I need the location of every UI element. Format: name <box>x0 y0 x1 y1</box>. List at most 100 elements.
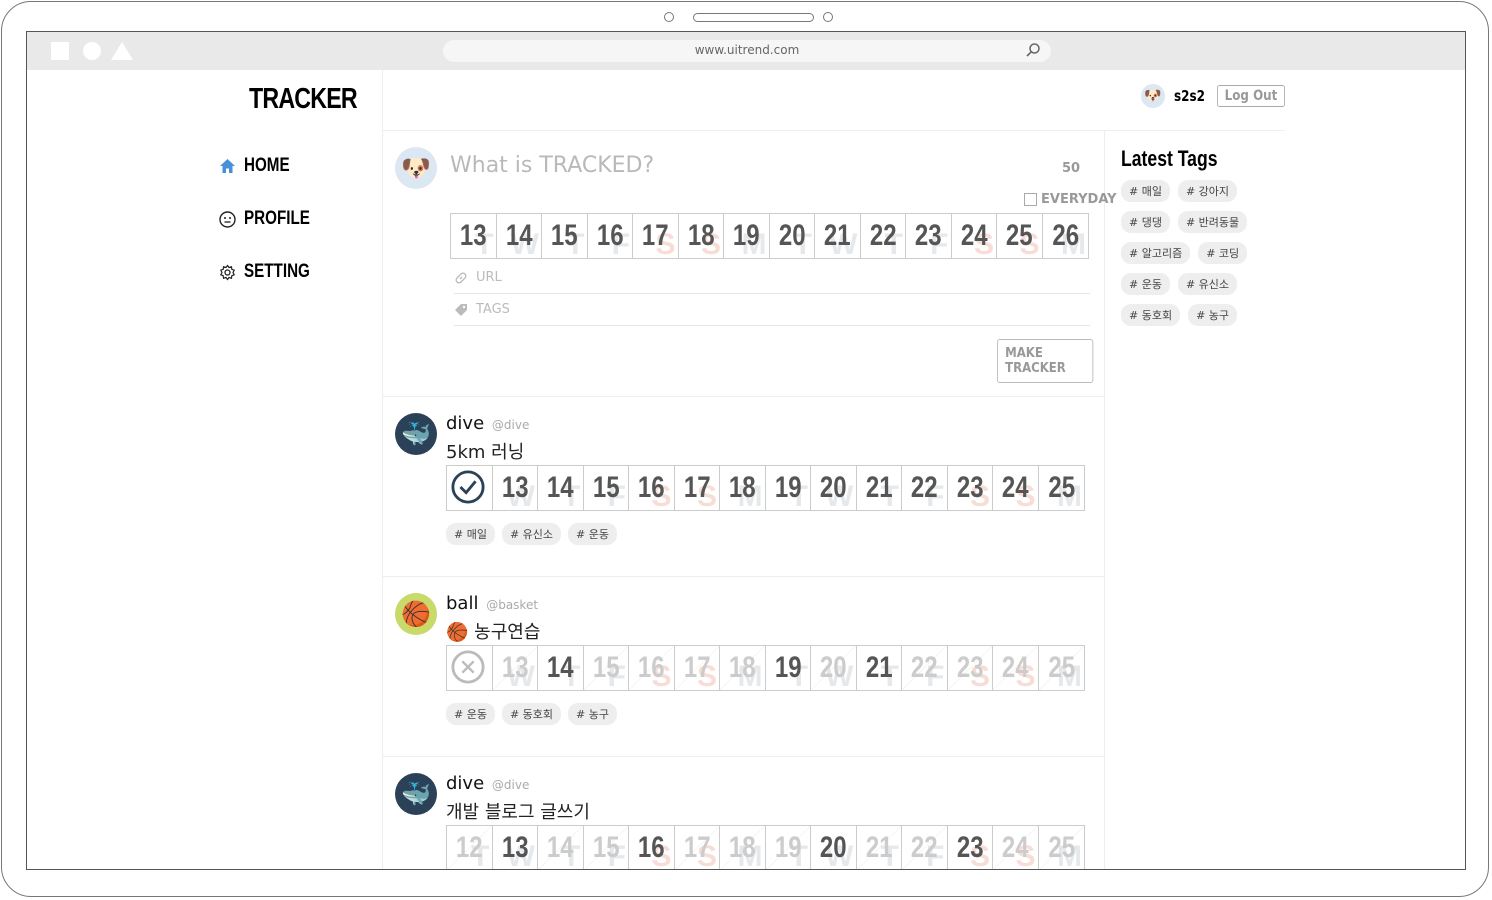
day-cell[interactable]: W 20 <box>811 646 857 690</box>
day-cell[interactable]: S 24 <box>993 646 1039 690</box>
post-author[interactable]: dive @dive <box>446 413 529 434</box>
day-cell[interactable]: W 20 <box>811 826 857 869</box>
day-cell[interactable]: T 12 <box>447 826 493 869</box>
day-cell[interactable]: S 24 <box>952 214 997 258</box>
day-cell[interactable]: S 18 <box>679 214 724 258</box>
day-cell[interactable]: F 22 <box>902 826 948 869</box>
day-cell[interactable] <box>447 466 493 510</box>
checkbox-box[interactable] <box>1024 193 1037 206</box>
day-cell[interactable]: T 21 <box>857 826 902 869</box>
day-cell[interactable]: F 22 <box>902 646 948 690</box>
day-cell[interactable]: S 23 <box>948 826 993 869</box>
missed-slash <box>538 826 583 870</box>
day-cell[interactable]: S 17 <box>675 466 720 510</box>
day-cell[interactable]: T 21 <box>857 466 902 510</box>
day-number: 25 <box>1005 219 1033 252</box>
day-cell[interactable]: M 25 <box>1039 466 1085 510</box>
post-tags: # 매일 # 유신소 # 운동 <box>446 523 618 545</box>
day-cell[interactable]: W 14 <box>497 214 542 258</box>
tag-chip[interactable]: # 유신소 <box>1177 273 1238 295</box>
tag-chip[interactable]: # 코딩 <box>1198 242 1248 264</box>
day-cell[interactable]: M 18 <box>720 466 766 510</box>
day-cell[interactable]: T 14 <box>538 466 584 510</box>
nav-item-setting[interactable]: SETTING <box>219 261 326 283</box>
day-cell[interactable]: F 22 <box>902 466 948 510</box>
user-avatar[interactable]: 🐶 <box>1141 84 1165 108</box>
day-cell[interactable]: S 24 <box>993 826 1039 869</box>
tag-chip[interactable]: # 운동 <box>568 523 618 545</box>
tag-chip[interactable]: # 운동 <box>446 703 495 725</box>
day-cell[interactable]: T 14 <box>538 826 584 870</box>
day-cell[interactable]: T 13 <box>451 214 497 258</box>
tag-chip[interactable]: # 유신소 <box>501 523 562 545</box>
day-cell[interactable]: T 19 <box>766 466 811 510</box>
search-icon[interactable] <box>1025 42 1041 58</box>
user-name[interactable]: s2s2 <box>1174 87 1205 105</box>
day-cell[interactable]: S 23 <box>948 646 993 690</box>
day-cell[interactable]: S 16 <box>629 646 675 690</box>
day-cell[interactable]: S 16 <box>629 466 675 510</box>
url-field[interactable]: URL <box>454 262 1090 294</box>
address-bar[interactable]: www.uitrend.com <box>443 40 1051 62</box>
day-cell[interactable]: W 13 <box>493 646 538 690</box>
day-cell[interactable] <box>447 646 493 690</box>
day-cell[interactable]: T 22 <box>861 214 906 258</box>
make-tracker-button[interactable]: MAKE TRACKER <box>997 339 1094 383</box>
tag-chip[interactable]: # 강아지 <box>1177 180 1238 202</box>
day-cell[interactable]: W 20 <box>811 466 857 510</box>
day-cell[interactable]: M 25 <box>1039 646 1085 690</box>
app-logo[interactable]: TRACKER <box>249 83 358 116</box>
day-cell[interactable]: S 17 <box>675 646 720 690</box>
tag-chip[interactable]: # 농구 <box>1188 304 1238 326</box>
day-cell[interactable]: M 26 <box>1043 214 1089 258</box>
day-cell[interactable]: M 25 <box>1039 826 1085 869</box>
day-cell[interactable]: S 17 <box>675 826 720 869</box>
tag-chip[interactable]: # 운동 <box>1121 273 1170 295</box>
day-cell[interactable]: S 23 <box>948 466 993 510</box>
check-icon[interactable] <box>451 470 485 504</box>
logout-button[interactable]: Log Out <box>1217 85 1285 107</box>
day-number: 15 <box>550 219 578 252</box>
day-cell[interactable]: T 14 <box>538 646 584 690</box>
day-cell[interactable]: S 25 <box>997 214 1043 258</box>
tag-chip[interactable]: # 매일 <box>1121 180 1170 202</box>
post-avatar[interactable]: 🐳 <box>395 413 437 455</box>
nav-item-home[interactable]: HOME <box>219 155 301 177</box>
tag-chip[interactable]: # 댕댕 <box>1121 211 1170 233</box>
day-cell[interactable]: F 16 <box>588 214 633 258</box>
tag-chip[interactable]: # 알고리즘 <box>1121 242 1191 264</box>
day-cell[interactable]: W 21 <box>815 214 861 258</box>
day-cell[interactable]: S 17 <box>633 214 679 258</box>
post-author[interactable]: dive @dive <box>446 773 529 794</box>
day-cell[interactable]: T 21 <box>857 646 902 690</box>
day-cell[interactable]: T 19 <box>766 826 811 869</box>
tag-chip[interactable]: # 반려동물 <box>1177 211 1248 233</box>
tag-chip[interactable]: # 동호회 <box>501 703 562 725</box>
author-handle: @dive <box>491 418 530 432</box>
nav-item-profile[interactable]: PROFILE <box>219 208 326 230</box>
tag-chip[interactable]: # 동호회 <box>1121 304 1181 326</box>
day-cell[interactable]: S 24 <box>993 466 1039 510</box>
day-cell[interactable]: T 15 <box>542 214 588 258</box>
day-cell[interactable]: F 23 <box>906 214 952 258</box>
day-cell[interactable]: M 18 <box>720 826 766 869</box>
everyday-checkbox[interactable]: EVERYDAY <box>1024 192 1117 207</box>
day-cell[interactable]: T 19 <box>766 646 811 690</box>
post-avatar[interactable]: 🐳 <box>395 773 437 815</box>
post-author[interactable]: ball @basket <box>446 593 538 614</box>
post-avatar[interactable]: 🏀 <box>395 593 437 635</box>
tag-chip[interactable]: # 농구 <box>568 703 618 725</box>
day-cell[interactable]: F 15 <box>584 466 629 510</box>
day-cell[interactable]: F 15 <box>584 646 629 690</box>
day-cell[interactable]: M 19 <box>724 214 770 258</box>
day-cell[interactable]: T 20 <box>770 214 815 258</box>
cross-icon[interactable] <box>451 650 485 684</box>
day-cell[interactable]: W 13 <box>493 466 538 510</box>
tag-chip[interactable]: # 매일 <box>446 523 495 545</box>
day-cell[interactable]: M 18 <box>720 646 766 690</box>
tags-field[interactable]: TAGS <box>454 294 1090 326</box>
tracked-input[interactable]: What is TRACKED? <box>450 153 654 178</box>
day-cell[interactable]: S 16 <box>629 826 675 869</box>
day-cell[interactable]: F 15 <box>584 826 629 869</box>
day-cell[interactable]: W 13 <box>493 826 538 869</box>
